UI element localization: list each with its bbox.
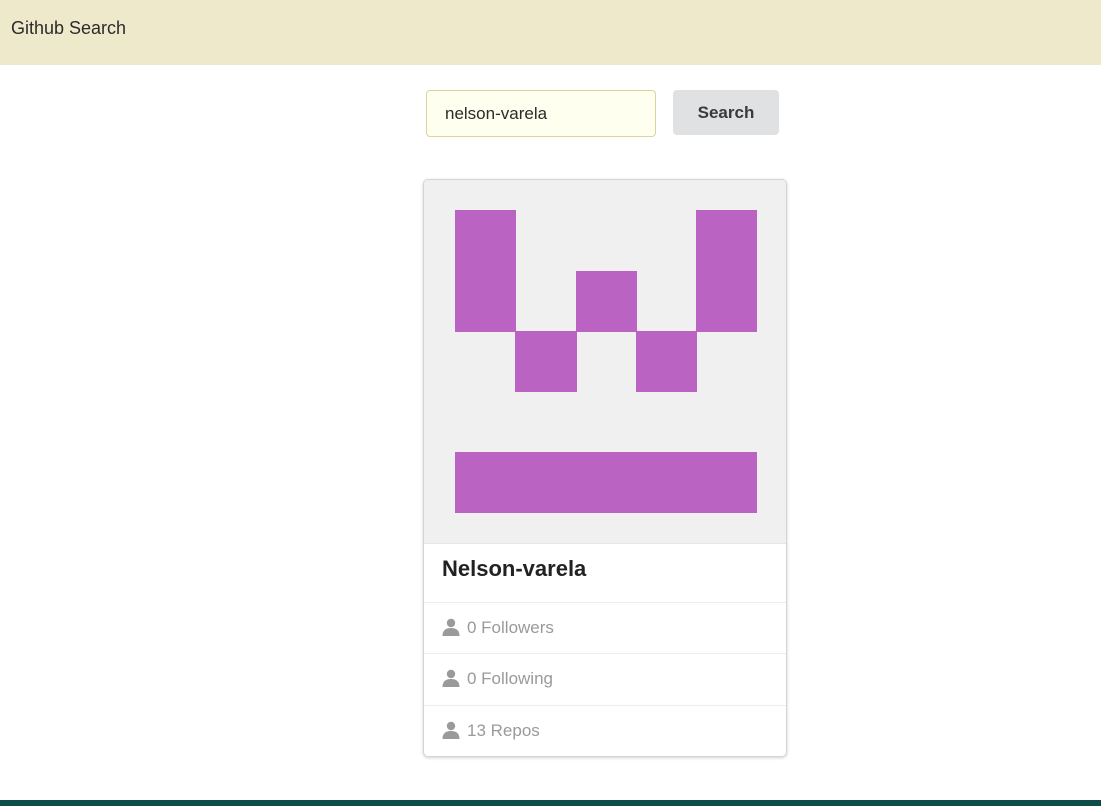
followers-count: 0 Followers (467, 618, 554, 637)
identicon-block (455, 452, 757, 513)
repos-count: 13 Repos (467, 721, 540, 740)
identicon-block (696, 210, 757, 332)
user-icon (442, 618, 460, 636)
brand-title[interactable]: Github Search (11, 18, 126, 39)
footer-bar (0, 800, 1101, 806)
search-input[interactable] (426, 90, 656, 137)
user-name: Nelson-varela (442, 556, 587, 581)
navbar: Github Search (0, 0, 1101, 65)
identicon-image (455, 210, 757, 513)
followers-row: 0 Followers (424, 602, 786, 653)
identicon-block (455, 210, 516, 332)
avatar (424, 180, 786, 544)
user-card: Nelson-varela 0 Followers 0 Following 13… (423, 179, 787, 757)
identicon-block (515, 331, 577, 392)
repos-row: 13 Repos (424, 705, 786, 756)
search-button[interactable]: Search (673, 90, 779, 135)
following-row: 0 Following (424, 653, 786, 704)
identicon-block (636, 331, 697, 392)
user-icon (442, 669, 460, 687)
user-icon (442, 721, 460, 739)
identicon-block (576, 271, 637, 332)
following-count: 0 Following (467, 669, 553, 688)
